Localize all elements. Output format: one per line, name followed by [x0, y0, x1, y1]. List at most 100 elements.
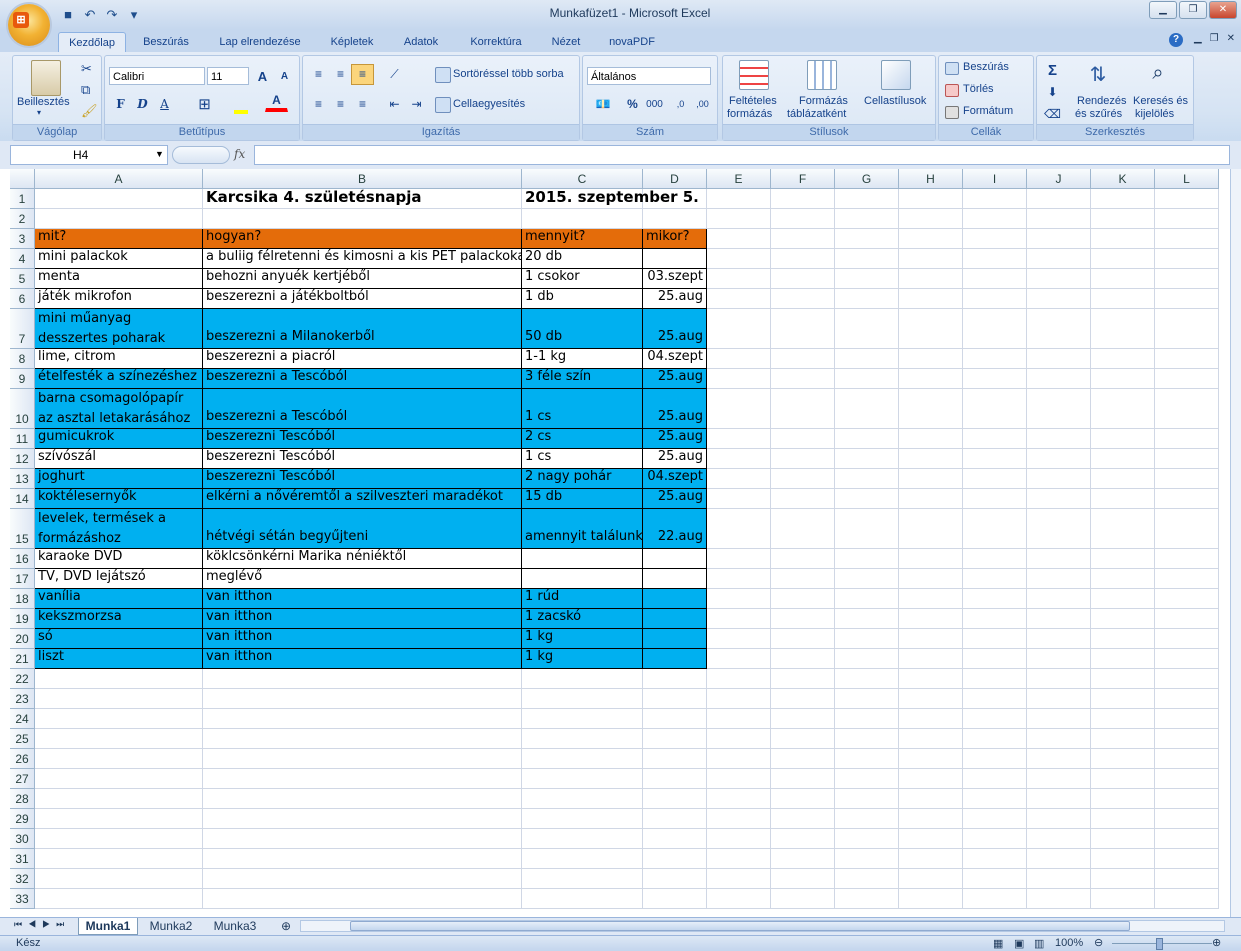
empty-cell[interactable]	[1091, 389, 1155, 429]
empty-cell[interactable]	[707, 489, 771, 509]
close-icon[interactable]: ✕	[1209, 1, 1237, 19]
sort-filter-label-2[interactable]: és szűrés	[1075, 108, 1122, 120]
empty-cell[interactable]	[835, 289, 899, 309]
empty-cell[interactable]	[771, 869, 835, 889]
empty-cell[interactable]	[1091, 869, 1155, 889]
row-header[interactable]: 32	[10, 869, 35, 889]
empty-cell[interactable]	[771, 589, 835, 609]
empty-cell[interactable]	[643, 829, 707, 849]
empty-cell[interactable]	[835, 849, 899, 869]
empty-cell[interactable]	[707, 889, 771, 909]
redo-icon[interactable]: ↷	[102, 6, 122, 24]
empty-cell[interactable]	[1155, 269, 1219, 289]
tab-adatok[interactable]: Adatok	[392, 32, 450, 52]
empty-cell[interactable]	[1027, 789, 1091, 809]
empty-cell[interactable]	[835, 229, 899, 249]
font-color-button[interactable]: A	[265, 92, 288, 112]
empty-cell[interactable]	[1027, 689, 1091, 709]
empty-cell[interactable]	[1091, 509, 1155, 549]
row-header[interactable]: 2	[10, 209, 35, 229]
table-cell[interactable]: elkérni a nővéremtől a szilveszteri mara…	[203, 489, 522, 509]
help-icon[interactable]: ?	[1169, 33, 1183, 47]
table-cell[interactable]: behozni anyuék kertjéből	[203, 269, 522, 289]
empty-cell[interactable]	[203, 769, 522, 789]
empty-cell[interactable]	[35, 749, 203, 769]
empty-cell[interactable]	[522, 209, 643, 229]
empty-cell[interactable]	[771, 389, 835, 429]
empty-cell[interactable]	[1027, 189, 1091, 209]
maximize-icon[interactable]: ❐	[1179, 1, 1207, 19]
empty-cell[interactable]	[899, 309, 963, 349]
empty-cell[interactable]	[899, 469, 963, 489]
table-cell[interactable]: levelek, termések a formázáshoz	[35, 509, 203, 549]
empty-cell[interactable]	[1155, 509, 1219, 549]
empty-cell[interactable]	[1027, 609, 1091, 629]
empty-cell[interactable]	[771, 189, 835, 209]
merge-cells-button[interactable]: Cellaegyesítés	[453, 98, 525, 110]
empty-cell[interactable]	[835, 829, 899, 849]
empty-cell[interactable]	[1155, 569, 1219, 589]
empty-cell[interactable]	[899, 549, 963, 569]
insert-cells-button[interactable]: Beszúrás	[963, 61, 1009, 73]
empty-cell[interactable]	[963, 209, 1027, 229]
column-header[interactable]: B	[203, 169, 522, 189]
empty-cell[interactable]	[707, 209, 771, 229]
empty-cell[interactable]	[835, 189, 899, 209]
empty-cell[interactable]	[963, 189, 1027, 209]
empty-cell[interactable]	[899, 349, 963, 369]
empty-cell[interactable]	[1027, 469, 1091, 489]
table-cell[interactable]: beszerezni a Tescóból	[203, 369, 522, 389]
empty-cell[interactable]	[1027, 569, 1091, 589]
empty-cell[interactable]	[835, 749, 899, 769]
table-cell[interactable]: amennyit találunk	[522, 509, 643, 549]
empty-cell[interactable]	[522, 769, 643, 789]
table-cell[interactable]: mini műanyag desszertes poharak	[35, 309, 203, 349]
empty-cell[interactable]	[899, 449, 963, 469]
empty-cell[interactable]	[1027, 749, 1091, 769]
empty-cell[interactable]	[1027, 309, 1091, 349]
empty-cell[interactable]	[1027, 849, 1091, 869]
table-cell[interactable]: só	[35, 629, 203, 649]
row-header[interactable]: 17	[10, 569, 35, 589]
empty-cell[interactable]	[643, 769, 707, 789]
column-header[interactable]: I	[963, 169, 1027, 189]
empty-cell[interactable]	[1027, 869, 1091, 889]
empty-cell[interactable]	[35, 189, 203, 209]
empty-cell[interactable]	[707, 709, 771, 729]
table-cell[interactable]: barna csomagolópapír az asztal letakarás…	[35, 389, 203, 429]
empty-cell[interactable]	[1155, 869, 1219, 889]
row-header[interactable]: 1	[10, 189, 35, 209]
table-cell[interactable]: 1-1 kg	[522, 349, 643, 369]
empty-cell[interactable]	[707, 629, 771, 649]
empty-cell[interactable]	[1091, 809, 1155, 829]
empty-cell[interactable]	[203, 729, 522, 749]
empty-cell[interactable]	[1091, 489, 1155, 509]
empty-cell[interactable]	[899, 509, 963, 549]
table-cell[interactable]: beszerezni a Tescóból	[203, 389, 522, 429]
empty-cell[interactable]	[899, 189, 963, 209]
tab-korrektura[interactable]: Korrektúra	[460, 32, 532, 52]
minimize-icon[interactable]: ▁	[1149, 1, 1177, 19]
empty-cell[interactable]	[835, 429, 899, 449]
empty-cell[interactable]	[963, 669, 1027, 689]
workbook-minimize-icon[interactable]: ▁	[1194, 33, 1202, 44]
empty-cell[interactable]	[771, 809, 835, 829]
empty-cell[interactable]	[899, 849, 963, 869]
empty-cell[interactable]	[522, 849, 643, 869]
find-select-label-1[interactable]: Keresés és	[1133, 95, 1188, 107]
empty-cell[interactable]	[1155, 189, 1219, 209]
empty-cell[interactable]	[1155, 369, 1219, 389]
empty-cell[interactable]	[963, 309, 1027, 349]
empty-cell[interactable]	[1091, 549, 1155, 569]
empty-cell[interactable]	[1027, 629, 1091, 649]
row-header[interactable]: 12	[10, 449, 35, 469]
empty-cell[interactable]	[899, 249, 963, 269]
empty-cell[interactable]	[835, 509, 899, 549]
fill-color-icon[interactable]	[229, 94, 252, 115]
empty-cell[interactable]	[963, 749, 1027, 769]
empty-cell[interactable]	[707, 769, 771, 789]
empty-cell[interactable]	[1155, 769, 1219, 789]
empty-cell[interactable]	[899, 389, 963, 429]
empty-cell[interactable]	[963, 269, 1027, 289]
format-as-table-label-2[interactable]: táblázatként	[787, 108, 846, 120]
